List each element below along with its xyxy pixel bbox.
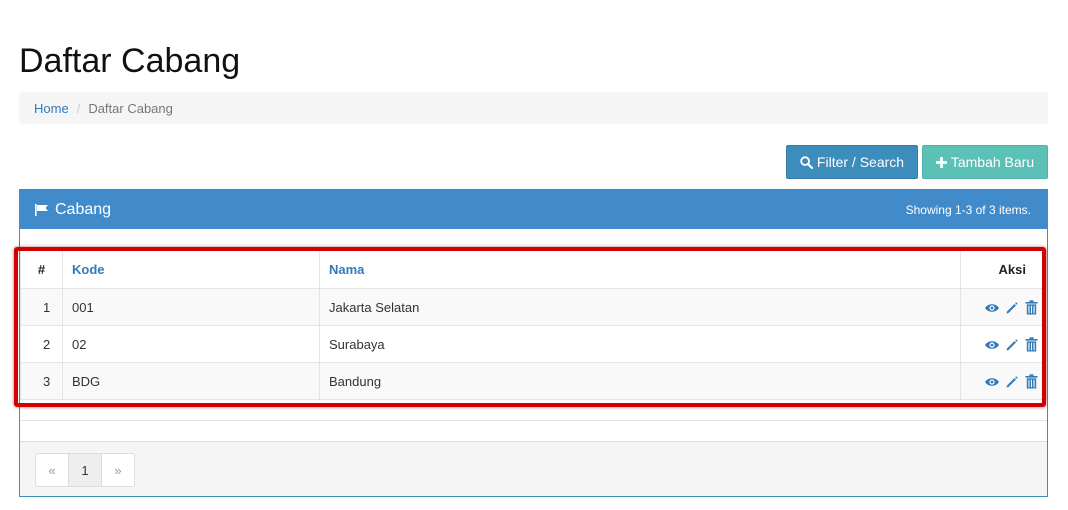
sort-kode-link[interactable]: Kode — [72, 262, 105, 277]
add-new-button[interactable]: Tambah Baru — [922, 145, 1048, 179]
divider — [20, 420, 1047, 421]
delete-icon[interactable] — [1025, 337, 1038, 352]
branch-table: # Kode Nama Aksi 1 001 Jakarta Selatan 2… — [20, 250, 1047, 400]
view-icon[interactable] — [984, 339, 1000, 351]
sort-nama-link[interactable]: Nama — [329, 262, 364, 277]
edit-icon[interactable] — [1005, 338, 1019, 352]
row-number: 2 — [20, 325, 63, 363]
row-actions — [960, 325, 1047, 363]
breadcrumb-current: Daftar Cabang — [88, 100, 173, 116]
row-actions — [960, 362, 1047, 400]
plus-icon — [935, 156, 947, 168]
edit-icon[interactable] — [1005, 375, 1019, 389]
column-header-aksi: Aksi — [960, 250, 1047, 289]
table-row: 1 001 Jakarta Selatan — [20, 288, 1047, 326]
table-row: 3 BDG Bandung — [20, 362, 1047, 400]
breadcrumb: Home / Daftar Cabang — [19, 92, 1048, 124]
column-header-number: # — [20, 250, 63, 289]
view-icon[interactable] — [984, 376, 1000, 388]
row-kode: BDG — [62, 362, 320, 400]
flag-icon — [35, 203, 48, 216]
delete-icon[interactable] — [1025, 300, 1038, 315]
delete-icon[interactable] — [1025, 374, 1038, 389]
items-summary: Showing 1-3 of 3 items. — [905, 202, 1031, 217]
pagination-page-1[interactable]: 1 — [68, 454, 101, 486]
row-nama: Surabaya — [319, 325, 961, 363]
filter-search-button[interactable]: Filter / Search — [786, 145, 918, 179]
pagination: « 1 » — [35, 453, 135, 487]
column-header-nama[interactable]: Nama — [319, 250, 961, 289]
row-nama: Bandung — [319, 362, 961, 400]
branch-panel: Cabang Showing 1-3 of 3 items. # Kode Na… — [19, 189, 1048, 497]
panel-heading: Cabang Showing 1-3 of 3 items. — [20, 190, 1047, 229]
table-row: 2 02 Surabaya — [20, 325, 1047, 363]
row-actions — [960, 288, 1047, 326]
search-icon — [800, 155, 813, 169]
row-nama: Jakarta Selatan — [319, 288, 961, 326]
panel-title: Cabang — [35, 201, 111, 219]
breadcrumb-home-link[interactable]: Home — [34, 101, 69, 116]
pagination-prev[interactable]: « — [36, 454, 68, 486]
pagination-next[interactable]: » — [101, 454, 134, 486]
row-kode: 001 — [62, 288, 320, 326]
add-new-label: Tambah Baru — [950, 154, 1035, 170]
breadcrumb-separator: / — [76, 100, 81, 116]
row-number: 1 — [20, 288, 63, 326]
view-icon[interactable] — [984, 302, 1000, 314]
table-header-row: # Kode Nama Aksi — [20, 250, 1047, 289]
page-title: Daftar Cabang — [19, 42, 241, 80]
edit-icon[interactable] — [1005, 301, 1019, 315]
row-number: 3 — [20, 362, 63, 400]
panel-footer: « 1 » — [20, 441, 1047, 496]
panel-title-text: Cabang — [55, 200, 112, 218]
branch-table-wrap: # Kode Nama Aksi 1 001 Jakarta Selatan 2… — [20, 250, 1047, 400]
row-kode: 02 — [62, 325, 320, 363]
column-header-kode[interactable]: Kode — [62, 250, 320, 289]
filter-search-label: Filter / Search — [816, 154, 905, 170]
